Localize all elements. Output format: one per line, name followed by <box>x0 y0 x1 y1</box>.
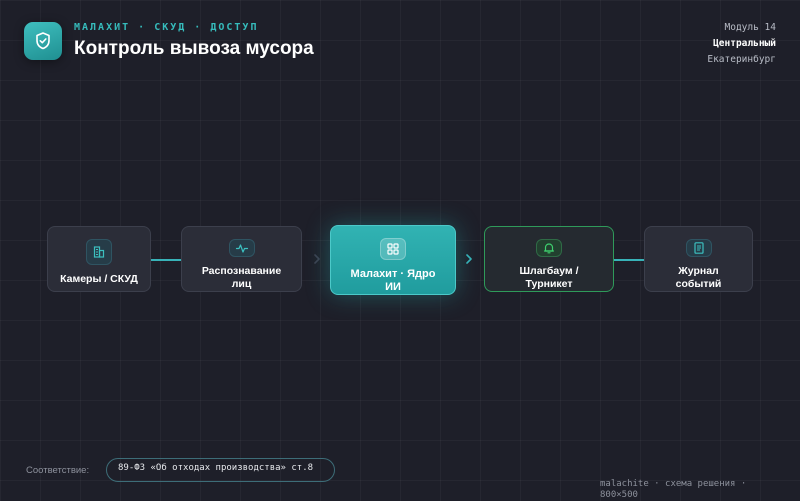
meta-block: Модуль 14 Центральный Екатеринбург <box>707 20 776 68</box>
grid-icon <box>380 238 406 260</box>
document-icon <box>685 239 712 257</box>
footer-caption: malachite · схема решения · 800×500 <box>600 479 747 500</box>
compliance-label: Соответствие: <box>26 465 90 476</box>
flow-node-cameras[interactable]: Камеры / СКУД <box>47 226 151 292</box>
bell-icon <box>536 239 562 257</box>
district-label: Центральный <box>713 38 776 49</box>
connector-1 <box>151 259 181 261</box>
flow-node-label: Распознавание лиц <box>201 265 282 290</box>
flow-node-face-recognition[interactable]: Распознавание лиц <box>181 226 302 292</box>
flow-node-label: Журнал событий <box>675 265 722 290</box>
chevron-right-icon <box>314 254 320 264</box>
flow-node-barrier[interactable]: Шлагбаум / Турникет <box>484 226 614 292</box>
logo <box>24 22 62 60</box>
module-label: Модуль 14 <box>724 22 776 33</box>
compliance-badge: 89-ФЗ «Об отходах производства» ст.8 <box>106 458 335 482</box>
flow-node-event-log[interactable]: Журнал событий <box>644 226 753 292</box>
flow-node-label: Камеры / СКУД <box>60 273 138 285</box>
building-icon <box>86 239 112 265</box>
pulse-icon <box>228 239 255 257</box>
shield-check-icon <box>36 32 50 50</box>
eyebrow: МАЛАХИТ · СКУД · ДОСТУП <box>74 22 259 33</box>
connector-4 <box>614 259 644 261</box>
flow-node-core[interactable]: Малахит · Ядро ИИ <box>330 225 456 295</box>
city-label: Екатеринбург <box>707 54 776 65</box>
chevron-right-icon <box>466 254 472 264</box>
flow-node-label: Шлагбаум / Турникет <box>519 265 579 290</box>
flow-node-label: Малахит · Ядро ИИ <box>350 268 436 293</box>
page-title: Контроль вывоза мусора <box>74 38 314 59</box>
